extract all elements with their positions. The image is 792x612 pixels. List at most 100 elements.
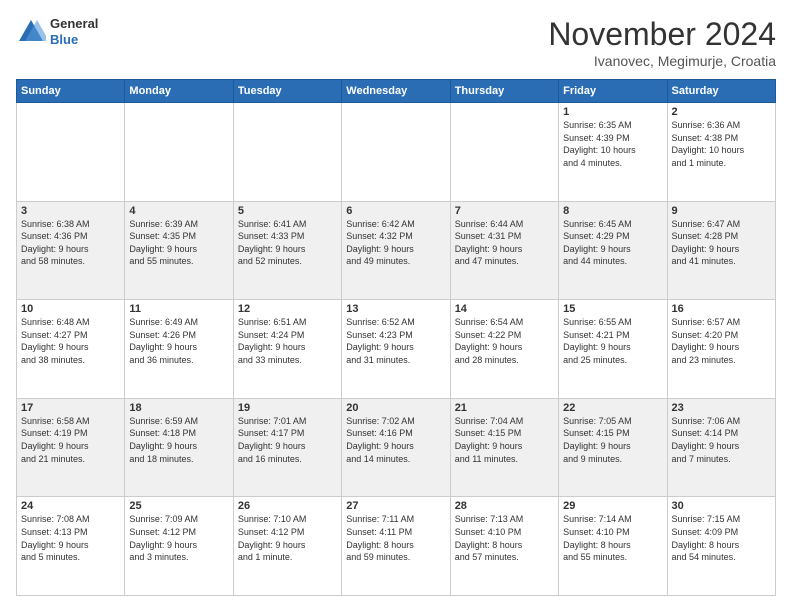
- day-detail: Sunrise: 6:45 AM Sunset: 4:29 PM Dayligh…: [563, 218, 662, 268]
- page: General Blue November 2024 Ivanovec, Meg…: [0, 0, 792, 612]
- day-detail: Sunrise: 7:08 AM Sunset: 4:13 PM Dayligh…: [21, 513, 120, 563]
- day-number: 27: [346, 500, 445, 512]
- calendar-cell: [17, 103, 125, 202]
- col-sunday: Sunday: [17, 80, 125, 103]
- day-detail: Sunrise: 7:15 AM Sunset: 4:09 PM Dayligh…: [672, 513, 771, 563]
- day-number: 23: [672, 402, 771, 414]
- day-number: 14: [455, 303, 554, 315]
- calendar-cell: 26Sunrise: 7:10 AM Sunset: 4:12 PM Dayli…: [233, 497, 341, 596]
- day-number: 22: [563, 402, 662, 414]
- day-detail: Sunrise: 6:57 AM Sunset: 4:20 PM Dayligh…: [672, 316, 771, 366]
- day-number: 2: [672, 106, 771, 118]
- day-detail: Sunrise: 6:39 AM Sunset: 4:35 PM Dayligh…: [129, 218, 228, 268]
- day-number: 16: [672, 303, 771, 315]
- day-number: 20: [346, 402, 445, 414]
- calendar-cell: 14Sunrise: 6:54 AM Sunset: 4:22 PM Dayli…: [450, 300, 558, 399]
- day-number: 12: [238, 303, 337, 315]
- day-detail: Sunrise: 6:38 AM Sunset: 4:36 PM Dayligh…: [21, 218, 120, 268]
- day-number: 8: [563, 205, 662, 217]
- calendar-cell: 13Sunrise: 6:52 AM Sunset: 4:23 PM Dayli…: [342, 300, 450, 399]
- col-friday: Friday: [559, 80, 667, 103]
- calendar-cell: 22Sunrise: 7:05 AM Sunset: 4:15 PM Dayli…: [559, 398, 667, 497]
- day-number: 3: [21, 205, 120, 217]
- calendar-cell: 7Sunrise: 6:44 AM Sunset: 4:31 PM Daylig…: [450, 201, 558, 300]
- calendar-week-5: 24Sunrise: 7:08 AM Sunset: 4:13 PM Dayli…: [17, 497, 776, 596]
- calendar-cell: 28Sunrise: 7:13 AM Sunset: 4:10 PM Dayli…: [450, 497, 558, 596]
- calendar-cell: 19Sunrise: 7:01 AM Sunset: 4:17 PM Dayli…: [233, 398, 341, 497]
- calendar-cell: 29Sunrise: 7:14 AM Sunset: 4:10 PM Dayli…: [559, 497, 667, 596]
- calendar-cell: 15Sunrise: 6:55 AM Sunset: 4:21 PM Dayli…: [559, 300, 667, 399]
- calendar-cell: 1Sunrise: 6:35 AM Sunset: 4:39 PM Daylig…: [559, 103, 667, 202]
- calendar-cell: [233, 103, 341, 202]
- day-number: 30: [672, 500, 771, 512]
- day-number: 4: [129, 205, 228, 217]
- calendar-cell: 23Sunrise: 7:06 AM Sunset: 4:14 PM Dayli…: [667, 398, 775, 497]
- day-number: 7: [455, 205, 554, 217]
- day-number: 9: [672, 205, 771, 217]
- calendar-cell: 10Sunrise: 6:48 AM Sunset: 4:27 PM Dayli…: [17, 300, 125, 399]
- calendar-header-row: Sunday Monday Tuesday Wednesday Thursday…: [17, 80, 776, 103]
- calendar-cell: 9Sunrise: 6:47 AM Sunset: 4:28 PM Daylig…: [667, 201, 775, 300]
- day-detail: Sunrise: 6:44 AM Sunset: 4:31 PM Dayligh…: [455, 218, 554, 268]
- calendar-cell: 16Sunrise: 6:57 AM Sunset: 4:20 PM Dayli…: [667, 300, 775, 399]
- day-detail: Sunrise: 7:09 AM Sunset: 4:12 PM Dayligh…: [129, 513, 228, 563]
- day-detail: Sunrise: 6:58 AM Sunset: 4:19 PM Dayligh…: [21, 415, 120, 465]
- day-detail: Sunrise: 7:13 AM Sunset: 4:10 PM Dayligh…: [455, 513, 554, 563]
- calendar-week-1: 1Sunrise: 6:35 AM Sunset: 4:39 PM Daylig…: [17, 103, 776, 202]
- day-detail: Sunrise: 7:06 AM Sunset: 4:14 PM Dayligh…: [672, 415, 771, 465]
- calendar-cell: 8Sunrise: 6:45 AM Sunset: 4:29 PM Daylig…: [559, 201, 667, 300]
- day-number: 1: [563, 106, 662, 118]
- logo: General Blue: [16, 16, 98, 47]
- day-detail: Sunrise: 7:14 AM Sunset: 4:10 PM Dayligh…: [563, 513, 662, 563]
- day-detail: Sunrise: 7:11 AM Sunset: 4:11 PM Dayligh…: [346, 513, 445, 563]
- day-detail: Sunrise: 6:52 AM Sunset: 4:23 PM Dayligh…: [346, 316, 445, 366]
- calendar-cell: 5Sunrise: 6:41 AM Sunset: 4:33 PM Daylig…: [233, 201, 341, 300]
- day-detail: Sunrise: 7:05 AM Sunset: 4:15 PM Dayligh…: [563, 415, 662, 465]
- day-detail: Sunrise: 6:54 AM Sunset: 4:22 PM Dayligh…: [455, 316, 554, 366]
- calendar-cell: [125, 103, 233, 202]
- day-detail: Sunrise: 6:41 AM Sunset: 4:33 PM Dayligh…: [238, 218, 337, 268]
- day-number: 24: [21, 500, 120, 512]
- calendar-cell: 11Sunrise: 6:49 AM Sunset: 4:26 PM Dayli…: [125, 300, 233, 399]
- calendar-cell: [342, 103, 450, 202]
- calendar-cell: 27Sunrise: 7:11 AM Sunset: 4:11 PM Dayli…: [342, 497, 450, 596]
- col-thursday: Thursday: [450, 80, 558, 103]
- day-number: 19: [238, 402, 337, 414]
- day-number: 21: [455, 402, 554, 414]
- logo-general-text: General: [50, 16, 98, 32]
- day-number: 26: [238, 500, 337, 512]
- day-number: 15: [563, 303, 662, 315]
- day-detail: Sunrise: 6:55 AM Sunset: 4:21 PM Dayligh…: [563, 316, 662, 366]
- day-number: 5: [238, 205, 337, 217]
- day-number: 18: [129, 402, 228, 414]
- day-detail: Sunrise: 6:49 AM Sunset: 4:26 PM Dayligh…: [129, 316, 228, 366]
- calendar-cell: 21Sunrise: 7:04 AM Sunset: 4:15 PM Dayli…: [450, 398, 558, 497]
- title-block: November 2024 Ivanovec, Megimurje, Croat…: [548, 16, 776, 69]
- day-detail: Sunrise: 6:51 AM Sunset: 4:24 PM Dayligh…: [238, 316, 337, 366]
- col-wednesday: Wednesday: [342, 80, 450, 103]
- day-number: 6: [346, 205, 445, 217]
- day-detail: Sunrise: 6:59 AM Sunset: 4:18 PM Dayligh…: [129, 415, 228, 465]
- day-detail: Sunrise: 7:01 AM Sunset: 4:17 PM Dayligh…: [238, 415, 337, 465]
- logo-blue-text: Blue: [50, 32, 98, 48]
- day-number: 29: [563, 500, 662, 512]
- calendar-cell: 3Sunrise: 6:38 AM Sunset: 4:36 PM Daylig…: [17, 201, 125, 300]
- day-detail: Sunrise: 6:36 AM Sunset: 4:38 PM Dayligh…: [672, 119, 771, 169]
- day-detail: Sunrise: 6:42 AM Sunset: 4:32 PM Dayligh…: [346, 218, 445, 268]
- location: Ivanovec, Megimurje, Croatia: [548, 53, 776, 69]
- calendar-cell: 6Sunrise: 6:42 AM Sunset: 4:32 PM Daylig…: [342, 201, 450, 300]
- month-title: November 2024: [548, 16, 776, 53]
- calendar-cell: [450, 103, 558, 202]
- calendar-cell: 24Sunrise: 7:08 AM Sunset: 4:13 PM Dayli…: [17, 497, 125, 596]
- calendar-week-4: 17Sunrise: 6:58 AM Sunset: 4:19 PM Dayli…: [17, 398, 776, 497]
- calendar-cell: 2Sunrise: 6:36 AM Sunset: 4:38 PM Daylig…: [667, 103, 775, 202]
- calendar-cell: 20Sunrise: 7:02 AM Sunset: 4:16 PM Dayli…: [342, 398, 450, 497]
- calendar-cell: 30Sunrise: 7:15 AM Sunset: 4:09 PM Dayli…: [667, 497, 775, 596]
- day-number: 13: [346, 303, 445, 315]
- calendar-table: Sunday Monday Tuesday Wednesday Thursday…: [16, 79, 776, 596]
- day-detail: Sunrise: 7:02 AM Sunset: 4:16 PM Dayligh…: [346, 415, 445, 465]
- col-tuesday: Tuesday: [233, 80, 341, 103]
- calendar-cell: 17Sunrise: 6:58 AM Sunset: 4:19 PM Dayli…: [17, 398, 125, 497]
- calendar-week-3: 10Sunrise: 6:48 AM Sunset: 4:27 PM Dayli…: [17, 300, 776, 399]
- calendar-week-2: 3Sunrise: 6:38 AM Sunset: 4:36 PM Daylig…: [17, 201, 776, 300]
